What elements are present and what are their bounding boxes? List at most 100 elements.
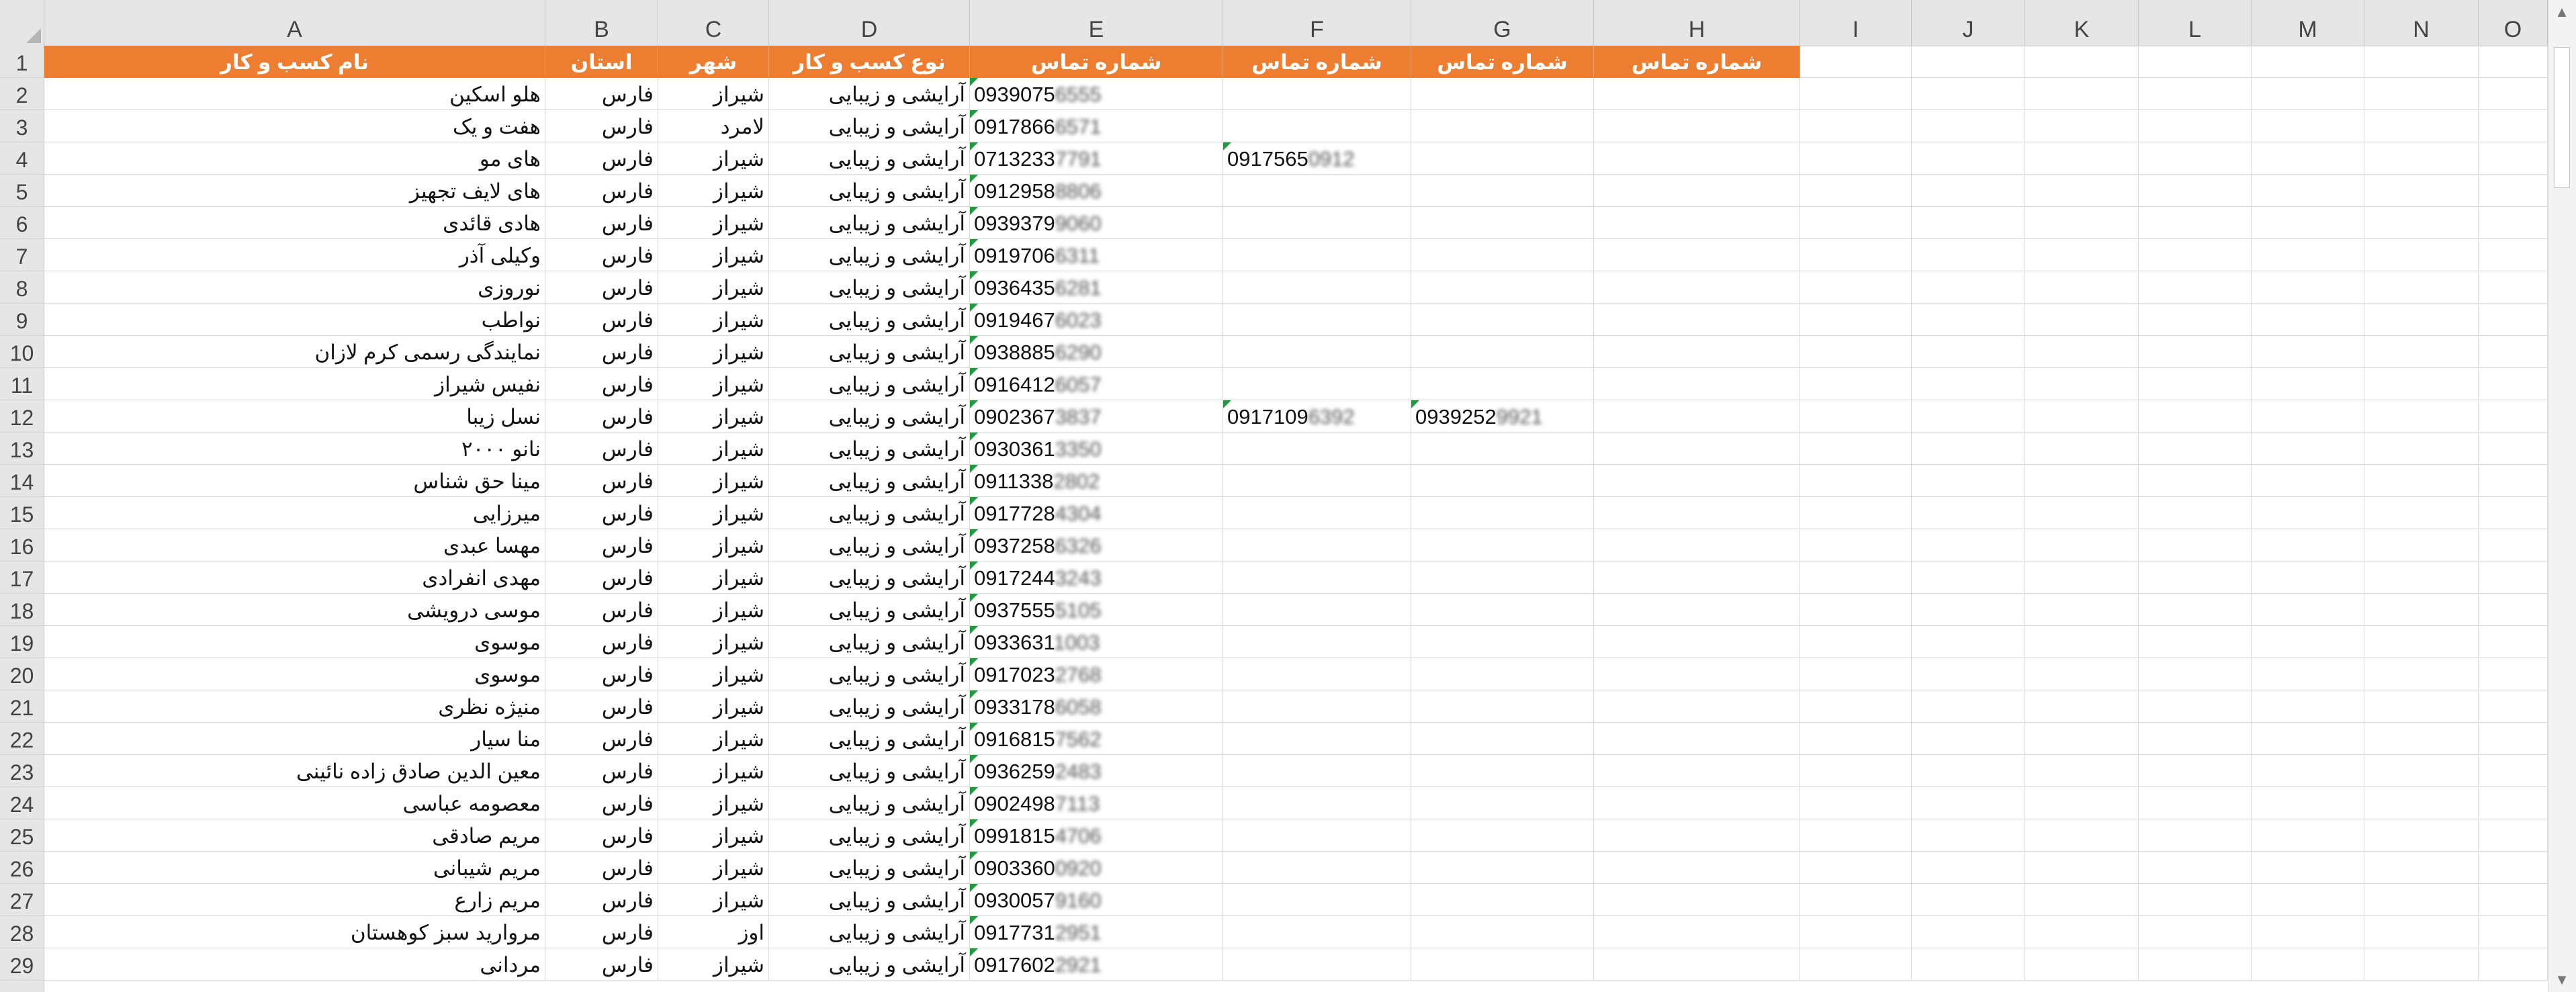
business-type-cell[interactable]: آرایشی و زیبایی <box>769 529 970 561</box>
empty-cell[interactable] <box>2479 787 2548 819</box>
empty-cell[interactable] <box>2139 400 2252 433</box>
empty-cell[interactable] <box>2139 626 2252 658</box>
phone-cell[interactable]: 09113382802 <box>970 465 1223 497</box>
empty-cell[interactable] <box>2025 529 2139 561</box>
empty-cell[interactable] <box>2025 852 2139 884</box>
province-cell[interactable]: فارس <box>545 690 658 723</box>
phone-cell[interactable] <box>1223 465 1411 497</box>
empty-cell[interactable] <box>2252 594 2364 626</box>
phone-cell[interactable] <box>1411 723 1594 755</box>
business-name-cell[interactable]: هلو اسکین <box>44 78 545 110</box>
city-cell[interactable]: شیراز <box>658 142 769 175</box>
empty-cell[interactable] <box>1912 755 2025 787</box>
empty-cell[interactable] <box>1912 368 2025 400</box>
row-header[interactable]: 10 <box>0 336 44 368</box>
phone-cell[interactable] <box>1223 755 1411 787</box>
province-cell[interactable]: فارس <box>545 368 658 400</box>
empty-cell[interactable] <box>2364 175 2479 207</box>
business-name-cell[interactable]: نمایندگی رسمی کرم لازان <box>44 336 545 368</box>
empty-cell[interactable] <box>2252 433 2364 465</box>
empty-cell[interactable] <box>1800 690 1912 723</box>
empty-cell[interactable] <box>2252 207 2364 239</box>
empty-cell[interactable] <box>2252 561 2364 594</box>
phone-cell[interactable]: 09033600920 <box>970 852 1223 884</box>
empty-cell[interactable] <box>2025 561 2139 594</box>
empty-cell[interactable] <box>1594 465 1800 497</box>
empty-cell[interactable] <box>2139 368 2252 400</box>
empty-cell[interactable] <box>2479 78 2548 110</box>
empty-cell[interactable] <box>1912 304 2025 336</box>
phone-cell[interactable]: 09303613350 <box>970 433 1223 465</box>
phone-cell[interactable] <box>1411 78 1594 110</box>
empty-cell[interactable] <box>2252 529 2364 561</box>
empty-cell[interactable] <box>2479 46 2548 78</box>
empty-cell[interactable] <box>1912 400 2025 433</box>
empty-cell[interactable] <box>1800 658 1912 690</box>
empty-cell[interactable] <box>2479 852 2548 884</box>
business-type-cell[interactable]: آرایشی و زیبایی <box>769 561 970 594</box>
city-cell[interactable]: شیراز <box>658 884 769 916</box>
phone-cell[interactable]: 09175650912 <box>1223 142 1411 175</box>
empty-cell[interactable] <box>1800 304 1912 336</box>
business-name-cell[interactable]: مهسا عبدی <box>44 529 545 561</box>
empty-cell[interactable] <box>2364 529 2479 561</box>
empty-cell[interactable] <box>1800 594 1912 626</box>
business-name-cell[interactable]: نوروزی <box>44 271 545 304</box>
empty-cell[interactable] <box>2252 400 2364 433</box>
empty-cell[interactable] <box>1800 271 1912 304</box>
phone-cell[interactable]: 09918154706 <box>970 819 1223 852</box>
empty-cell[interactable] <box>2364 433 2479 465</box>
header-cell[interactable]: شماره تماس <box>970 46 1223 78</box>
empty-cell[interactable] <box>2479 529 2548 561</box>
column-header-D[interactable]: D <box>769 0 970 46</box>
column-header-J[interactable]: J <box>1912 0 2025 46</box>
row-header[interactable]: 9 <box>0 304 44 336</box>
city-cell[interactable]: شیراز <box>658 690 769 723</box>
province-cell[interactable]: فارس <box>545 400 658 433</box>
empty-cell[interactable] <box>1594 497 1800 529</box>
empty-cell[interactable] <box>2364 239 2479 271</box>
empty-cell[interactable] <box>1594 529 1800 561</box>
phone-cell[interactable] <box>1223 561 1411 594</box>
phone-cell[interactable]: 09300579160 <box>970 884 1223 916</box>
empty-cell[interactable] <box>1594 336 1800 368</box>
empty-cell[interactable] <box>1594 884 1800 916</box>
business-type-cell[interactable]: آرایشی و زیبایی <box>769 78 970 110</box>
empty-cell[interactable] <box>2252 948 2364 981</box>
empty-cell[interactable] <box>2364 336 2479 368</box>
empty-cell[interactable] <box>2139 304 2252 336</box>
city-cell[interactable]: شیراز <box>658 819 769 852</box>
province-cell[interactable]: فارس <box>545 207 658 239</box>
empty-cell[interactable] <box>1800 916 1912 948</box>
province-cell[interactable]: فارس <box>545 465 658 497</box>
phone-cell[interactable] <box>1411 271 1594 304</box>
phone-cell[interactable]: 09336311003 <box>970 626 1223 658</box>
province-cell[interactable]: فارس <box>545 142 658 175</box>
empty-cell[interactable] <box>1800 465 1912 497</box>
city-cell[interactable]: شیراز <box>658 207 769 239</box>
empty-cell[interactable] <box>2025 723 2139 755</box>
empty-cell[interactable] <box>2479 239 2548 271</box>
empty-cell[interactable] <box>2139 916 2252 948</box>
business-type-cell[interactable]: آرایشی و زیبایی <box>769 819 970 852</box>
empty-cell[interactable] <box>1800 948 1912 981</box>
empty-cell[interactable] <box>2139 110 2252 142</box>
row-header[interactable]: 2 <box>0 78 44 110</box>
city-cell[interactable]: شیراز <box>658 400 769 433</box>
phone-cell[interactable] <box>1223 239 1411 271</box>
empty-cell[interactable] <box>2025 175 2139 207</box>
empty-cell[interactable] <box>2139 690 2252 723</box>
empty-cell[interactable] <box>2479 916 2548 948</box>
empty-cell[interactable] <box>2139 142 2252 175</box>
empty-cell[interactable] <box>2364 142 2479 175</box>
business-type-cell[interactable]: آرایشی و زیبایی <box>769 304 970 336</box>
business-name-cell[interactable]: معصومه عباسی <box>44 787 545 819</box>
column-header-E[interactable]: E <box>970 0 1223 46</box>
city-cell[interactable]: شیراز <box>658 755 769 787</box>
phone-cell[interactable] <box>1223 433 1411 465</box>
empty-cell[interactable] <box>2025 465 2139 497</box>
row-header[interactable]: 12 <box>0 400 44 433</box>
city-cell[interactable]: شیراز <box>658 304 769 336</box>
phone-cell[interactable] <box>1411 142 1594 175</box>
empty-cell[interactable] <box>2139 78 2252 110</box>
